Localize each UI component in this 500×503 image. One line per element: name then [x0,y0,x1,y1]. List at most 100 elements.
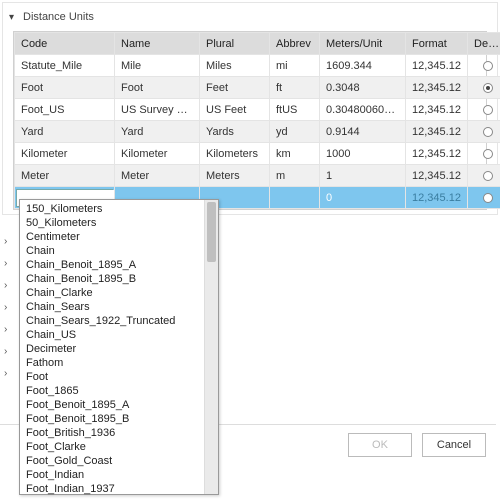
cell-fmt[interactable]: 12,345.12 [406,77,468,99]
dropdown-item[interactable]: Foot_Benoit_1895_A [20,396,218,410]
code-dropdown-list[interactable]: 150_Kilometers50_KilometersCentimeterCha… [19,199,219,495]
collapsed-section[interactable]: › [4,274,14,296]
collapsed-sections: › › › › › › › [4,230,14,384]
col-code[interactable]: Code [15,33,115,55]
cell-fmt[interactable]: 12,345.12 [406,55,468,77]
cell-mpu[interactable]: 1000 [320,143,406,165]
collapsed-section[interactable]: › [4,296,14,318]
section-header[interactable]: ▾ Distance Units [7,7,493,27]
cell-plural[interactable]: Yards [200,121,270,143]
collapsed-section[interactable]: › [4,340,14,362]
cell-plural[interactable]: Meters [200,165,270,187]
dropdown-item[interactable]: Foot_Benoit_1895_B [20,410,218,424]
cell-code[interactable]: Foot [15,77,115,99]
table-row[interactable]: YardYardYardsyd0.914412,345.12 [15,121,500,143]
dropdown-item[interactable]: Chain_Sears [20,298,218,312]
col-fmt[interactable]: Format [406,33,468,55]
scrollbar-thumb[interactable] [207,202,216,262]
dropdown-item[interactable]: Foot [20,368,218,382]
collapsed-section[interactable]: › [4,362,14,384]
cell-default[interactable] [468,77,500,99]
dropdown-item[interactable]: Centimeter [20,228,218,242]
col-abbrev[interactable]: Abbrev [270,33,320,55]
cell-mpu[interactable]: 1 [320,165,406,187]
cell-abbrev[interactable]: m [270,165,320,187]
col-name[interactable]: Name [115,33,200,55]
col-plural[interactable]: Plural [200,33,270,55]
default-radio[interactable] [483,149,493,159]
table-row[interactable]: Foot_USUS Survey FootUS FeetftUS0.304800… [15,99,500,121]
table-row[interactable]: Statute_MileMileMilesmi1609.34412,345.12 [15,55,500,77]
dropdown-item[interactable]: Chain [20,242,218,256]
cancel-button[interactable]: Cancel [422,433,486,457]
cell-plural[interactable]: US Feet [200,99,270,121]
dropdown-item[interactable]: 50_Kilometers [20,214,218,228]
cell-code[interactable]: Statute_Mile [15,55,115,77]
col-def[interactable]: Default [468,33,500,55]
cell-name[interactable]: Kilometer [115,143,200,165]
cell-code[interactable]: Yard [15,121,115,143]
dropdown-item[interactable]: Fathom [20,354,218,368]
dropdown-item[interactable]: Foot_British_1936 [20,424,218,438]
cell-mpu[interactable]: 0.3048006096... [320,99,406,121]
cell-fmt[interactable]: 12,345.12 [406,121,468,143]
collapsed-section[interactable]: › [4,252,14,274]
cell-mpu[interactable]: 1609.344 [320,55,406,77]
table-row[interactable]: FootFootFeetft0.304812,345.12 [15,77,500,99]
cell-code[interactable]: Foot_US [15,99,115,121]
default-radio[interactable] [483,83,493,93]
cell-name[interactable]: Meter [115,165,200,187]
cell-fmt[interactable]: 12,345.12 [406,143,468,165]
dropdown-item[interactable]: Foot_Indian_1937 [20,480,218,494]
default-radio[interactable] [483,171,493,181]
cell-abbrev[interactable]: ft [270,77,320,99]
cell-code[interactable]: Meter [15,165,115,187]
ok-button[interactable]: OK [348,433,412,457]
dropdown-item[interactable]: Chain_Benoit_1895_B [20,270,218,284]
dropdown-item[interactable]: Chain_Sears_1922_Truncated [20,312,218,326]
cell-fmt[interactable]: 12,345.12 [406,99,468,121]
dropdown-item[interactable]: Foot_Clarke [20,438,218,452]
dropdown-item[interactable]: 150_Kilometers [20,200,218,214]
default-radio[interactable] [483,105,493,115]
cell-default[interactable] [468,121,500,143]
cell-mpu: 0 [320,187,406,209]
cell-default[interactable] [468,55,500,77]
cell-abbrev[interactable]: ftUS [270,99,320,121]
cell-default[interactable] [468,187,500,209]
cell-plural[interactable]: Feet [200,77,270,99]
cell-name[interactable]: Foot [115,77,200,99]
dropdown-item[interactable]: Chain_Benoit_1895_A [20,256,218,270]
cell-abbrev[interactable]: km [270,143,320,165]
cell-code[interactable]: Kilometer [15,143,115,165]
cell-name[interactable]: Yard [115,121,200,143]
cell-default[interactable] [468,143,500,165]
cell-abbrev[interactable]: mi [270,55,320,77]
dropdown-scrollbar[interactable] [204,200,218,494]
cell-fmt[interactable]: 12,345.12 [406,187,468,209]
cell-default[interactable] [468,99,500,121]
cell-abbrev[interactable]: yd [270,121,320,143]
dropdown-item[interactable]: Chain_US [20,326,218,340]
cell-mpu[interactable]: 0.9144 [320,121,406,143]
cell-name[interactable]: US Survey Foot [115,99,200,121]
cell-mpu[interactable]: 0.3048 [320,77,406,99]
cell-default[interactable] [468,165,500,187]
default-radio[interactable] [483,127,493,137]
cell-fmt[interactable]: 12,345.12 [406,165,468,187]
dropdown-item[interactable]: Chain_Clarke [20,284,218,298]
table-row[interactable]: KilometerKilometerKilometerskm100012,345… [15,143,500,165]
dropdown-item[interactable]: Decimeter [20,340,218,354]
cell-plural[interactable]: Miles [200,55,270,77]
col-mpu[interactable]: Meters/Unit [320,33,406,55]
default-radio[interactable] [483,61,493,71]
cell-plural[interactable]: Kilometers [200,143,270,165]
dropdown-item[interactable]: Foot_Gold_Coast [20,452,218,466]
collapsed-section[interactable]: › [4,318,14,340]
cell-name[interactable]: Mile [115,55,200,77]
dropdown-item[interactable]: Foot_Indian [20,466,218,480]
default-radio[interactable] [483,193,493,203]
dropdown-item[interactable]: Foot_1865 [20,382,218,396]
collapsed-section[interactable]: › [4,230,14,252]
table-row[interactable]: MeterMeterMetersm112,345.12 [15,165,500,187]
